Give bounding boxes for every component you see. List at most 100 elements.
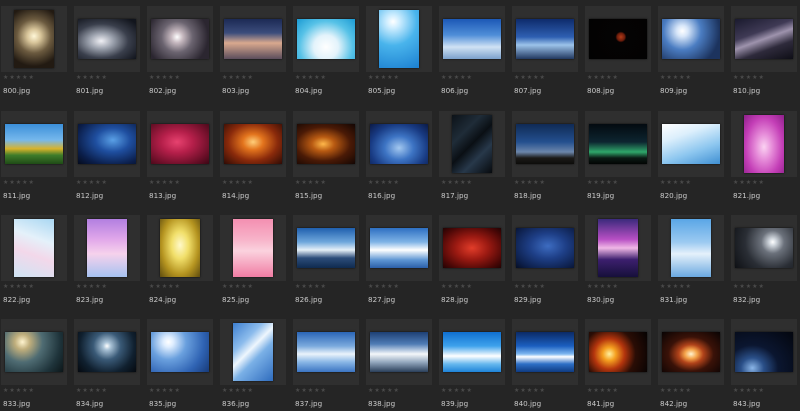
thumbnail-cell[interactable]: ★★★★★ 825.jpg xyxy=(220,215,286,307)
rating-stars[interactable]: ★★★★★ xyxy=(441,283,473,291)
thumbnail-image[interactable] xyxy=(735,19,793,59)
thumbnail-frame[interactable] xyxy=(658,6,724,72)
thumbnail-frame[interactable] xyxy=(512,111,578,177)
rating-stars[interactable]: ★★★★★ xyxy=(368,74,400,82)
thumbnail-image[interactable] xyxy=(671,219,711,277)
thumbnail-cell[interactable]: ★★★★★ 843.jpg xyxy=(731,319,797,411)
thumbnail-image[interactable] xyxy=(5,124,63,164)
thumbnail-image[interactable] xyxy=(735,332,793,372)
thumbnail-image[interactable] xyxy=(151,19,209,59)
rating-stars[interactable]: ★★★★★ xyxy=(295,74,327,82)
rating-stars[interactable]: ★★★★★ xyxy=(733,387,765,395)
thumbnail-image[interactable] xyxy=(589,332,647,372)
thumbnail-cell[interactable]: ★★★★★ 805.jpg xyxy=(366,6,432,98)
rating-stars[interactable]: ★★★★★ xyxy=(660,74,692,82)
thumbnail-cell[interactable]: ★★★★★ 800.jpg xyxy=(1,6,67,98)
rating-stars[interactable]: ★★★★★ xyxy=(295,387,327,395)
rating-stars[interactable]: ★★★★★ xyxy=(149,74,181,82)
rating-stars[interactable]: ★★★★★ xyxy=(441,387,473,395)
thumbnail-cell[interactable]: ★★★★★ 837.jpg xyxy=(293,319,359,411)
rating-stars[interactable]: ★★★★★ xyxy=(368,387,400,395)
thumbnail-image[interactable] xyxy=(233,219,273,277)
thumbnail-frame[interactable] xyxy=(293,319,359,385)
thumbnail-image[interactable] xyxy=(443,228,501,268)
rating-stars[interactable]: ★★★★★ xyxy=(295,179,327,187)
thumbnail-frame[interactable] xyxy=(439,319,505,385)
thumbnail-cell[interactable]: ★★★★★ 822.jpg xyxy=(1,215,67,307)
rating-stars[interactable]: ★★★★★ xyxy=(733,283,765,291)
thumbnail-frame[interactable] xyxy=(512,215,578,281)
thumbnail-frame[interactable] xyxy=(293,111,359,177)
thumbnail-frame[interactable] xyxy=(220,111,286,177)
thumbnail-cell[interactable]: ★★★★★ 826.jpg xyxy=(293,215,359,307)
rating-stars[interactable]: ★★★★★ xyxy=(149,387,181,395)
thumbnail-cell[interactable]: ★★★★★ 834.jpg xyxy=(74,319,140,411)
thumbnail-image[interactable] xyxy=(735,228,793,268)
thumbnail-image[interactable] xyxy=(370,124,428,164)
rating-stars[interactable]: ★★★★★ xyxy=(733,74,765,82)
thumbnail-image[interactable] xyxy=(297,332,355,372)
rating-stars[interactable]: ★★★★★ xyxy=(222,179,254,187)
thumbnail-frame[interactable] xyxy=(1,319,67,385)
thumbnail-frame[interactable] xyxy=(293,6,359,72)
thumbnail-image[interactable] xyxy=(443,19,501,59)
thumbnail-cell[interactable]: ★★★★★ 821.jpg xyxy=(731,111,797,203)
thumbnail-image[interactable] xyxy=(589,19,647,59)
thumbnail-frame[interactable] xyxy=(74,319,140,385)
thumbnail-image[interactable] xyxy=(516,19,574,59)
thumbnail-frame[interactable] xyxy=(147,111,213,177)
thumbnail-frame[interactable] xyxy=(220,215,286,281)
rating-stars[interactable]: ★★★★★ xyxy=(587,283,619,291)
thumbnail-image[interactable] xyxy=(589,124,647,164)
rating-stars[interactable]: ★★★★★ xyxy=(149,283,181,291)
rating-stars[interactable]: ★★★★★ xyxy=(222,387,254,395)
thumbnail-cell[interactable]: ★★★★★ 802.jpg xyxy=(147,6,213,98)
rating-stars[interactable]: ★★★★★ xyxy=(368,283,400,291)
thumbnail-cell[interactable]: ★★★★★ 840.jpg xyxy=(512,319,578,411)
thumbnail-image[interactable] xyxy=(598,219,638,277)
thumbnail-image[interactable] xyxy=(78,332,136,372)
thumbnail-frame[interactable] xyxy=(220,6,286,72)
rating-stars[interactable]: ★★★★★ xyxy=(76,283,108,291)
thumbnail-cell[interactable]: ★★★★★ 842.jpg xyxy=(658,319,724,411)
thumbnail-frame[interactable] xyxy=(585,319,651,385)
thumbnail-cell[interactable]: ★★★★★ 839.jpg xyxy=(439,319,505,411)
thumbnail-frame[interactable] xyxy=(512,319,578,385)
thumbnail-cell[interactable]: ★★★★★ 833.jpg xyxy=(1,319,67,411)
rating-stars[interactable]: ★★★★★ xyxy=(660,387,692,395)
rating-stars[interactable]: ★★★★★ xyxy=(587,74,619,82)
thumbnail-frame[interactable] xyxy=(1,215,67,281)
thumbnail-image[interactable] xyxy=(224,124,282,164)
thumbnail-cell[interactable]: ★★★★★ 820.jpg xyxy=(658,111,724,203)
rating-stars[interactable]: ★★★★★ xyxy=(514,387,546,395)
thumbnail-image[interactable] xyxy=(516,228,574,268)
rating-stars[interactable]: ★★★★★ xyxy=(3,179,35,187)
rating-stars[interactable]: ★★★★★ xyxy=(733,179,765,187)
thumbnail-cell[interactable]: ★★★★★ 812.jpg xyxy=(74,111,140,203)
thumbnail-cell[interactable]: ★★★★★ 806.jpg xyxy=(439,6,505,98)
thumbnail-cell[interactable]: ★★★★★ 827.jpg xyxy=(366,215,432,307)
thumbnail-cell[interactable]: ★★★★★ 811.jpg xyxy=(1,111,67,203)
thumbnail-cell[interactable]: ★★★★★ 836.jpg xyxy=(220,319,286,411)
thumbnail-frame[interactable] xyxy=(366,319,432,385)
thumbnail-image[interactable] xyxy=(662,19,720,59)
thumbnail-cell[interactable]: ★★★★★ 808.jpg xyxy=(585,6,651,98)
thumbnail-frame[interactable] xyxy=(585,6,651,72)
thumbnail-cell[interactable]: ★★★★★ 814.jpg xyxy=(220,111,286,203)
thumbnail-image[interactable] xyxy=(370,332,428,372)
thumbnail-frame[interactable] xyxy=(585,215,651,281)
thumbnail-frame[interactable] xyxy=(74,6,140,72)
rating-stars[interactable]: ★★★★★ xyxy=(76,74,108,82)
thumbnail-image[interactable] xyxy=(78,124,136,164)
thumbnail-frame[interactable] xyxy=(74,215,140,281)
rating-stars[interactable]: ★★★★★ xyxy=(514,283,546,291)
rating-stars[interactable]: ★★★★★ xyxy=(441,74,473,82)
thumbnail-frame[interactable] xyxy=(731,215,797,281)
thumbnail-image[interactable] xyxy=(744,115,784,173)
thumbnail-frame[interactable] xyxy=(731,319,797,385)
rating-stars[interactable]: ★★★★★ xyxy=(514,179,546,187)
thumbnail-cell[interactable]: ★★★★★ 832.jpg xyxy=(731,215,797,307)
thumbnail-cell[interactable]: ★★★★★ 831.jpg xyxy=(658,215,724,307)
rating-stars[interactable]: ★★★★★ xyxy=(587,179,619,187)
thumbnail-frame[interactable] xyxy=(439,111,505,177)
